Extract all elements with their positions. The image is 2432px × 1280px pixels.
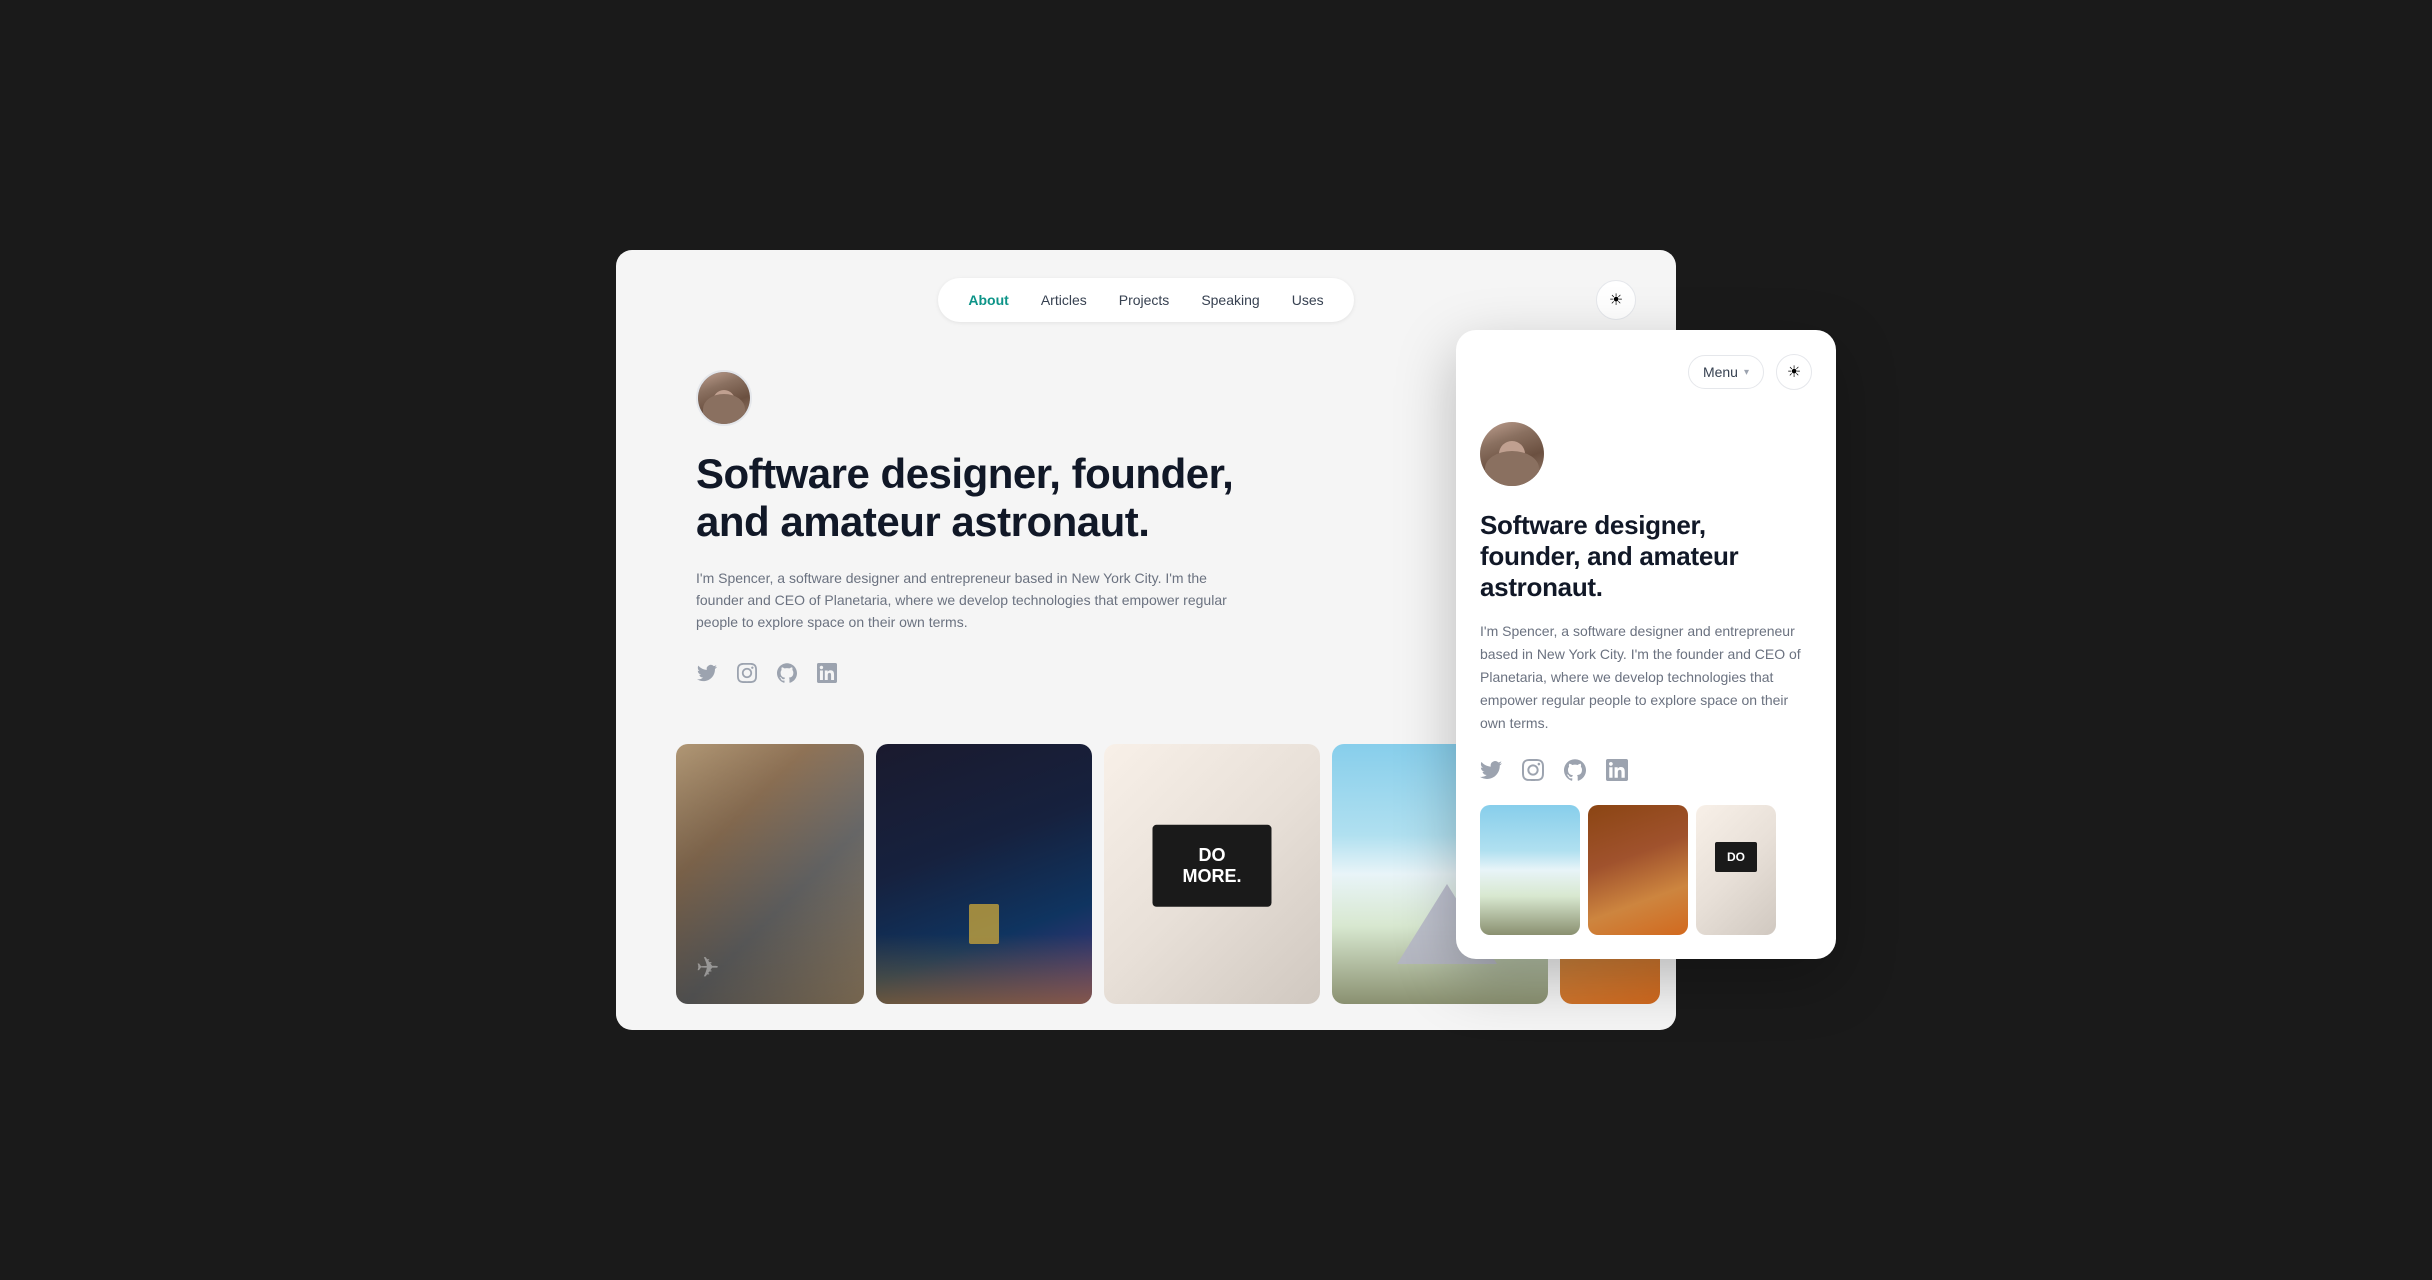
mobile-hero-title: Software designer, founder, and amateur … (1480, 510, 1812, 604)
mobile-hero-description: I'm Spencer, a software designer and ent… (1480, 620, 1812, 735)
nav-item-projects[interactable]: Projects (1105, 286, 1184, 314)
nav-item-speaking[interactable]: Speaking (1187, 286, 1273, 314)
mobile-instagram-icon[interactable] (1522, 759, 1544, 781)
instagram-icon[interactable] (736, 662, 758, 684)
mobile-linkedin-icon[interactable] (1606, 759, 1628, 781)
nav-item-uses[interactable]: Uses (1278, 286, 1338, 314)
nav-item-about[interactable]: About (954, 286, 1022, 314)
menu-label: Menu (1703, 364, 1738, 380)
mobile-photo-strip (1456, 805, 1836, 935)
mobile-photo-do-more (1696, 805, 1776, 935)
menu-button[interactable]: Menu ▾ (1688, 355, 1764, 389)
mobile-theme-toggle-button[interactable]: ☀ (1776, 354, 1812, 390)
github-icon[interactable] (776, 662, 798, 684)
nav-pills: About Articles Projects Speaking Uses (938, 278, 1353, 322)
mobile-twitter-icon[interactable] (1480, 759, 1502, 781)
theme-toggle-button[interactable]: ☀ (1596, 280, 1636, 320)
photo-cockpit (676, 744, 864, 1004)
mobile-card: Menu ▾ ☀ Software designer, founder, and… (1456, 330, 1836, 959)
chevron-down-icon: ▾ (1744, 367, 1749, 378)
mobile-avatar (1480, 422, 1544, 486)
avatar (696, 370, 752, 426)
mobile-photo-red (1588, 805, 1688, 935)
nav-item-articles[interactable]: Articles (1027, 286, 1101, 314)
linkedin-icon[interactable] (816, 662, 838, 684)
mobile-github-icon[interactable] (1564, 759, 1586, 781)
mobile-header: Menu ▾ ☀ (1480, 354, 1812, 390)
mobile-social-icons (1480, 759, 1812, 781)
photo-monitor (1104, 744, 1320, 1004)
mobile-photo-mountain (1480, 805, 1580, 935)
hero-title: Software designer, founder, and amateur … (696, 450, 1236, 547)
hero-description: I'm Spencer, a software designer and ent… (696, 567, 1236, 634)
photo-stage (876, 744, 1092, 1004)
twitter-icon[interactable] (696, 662, 718, 684)
